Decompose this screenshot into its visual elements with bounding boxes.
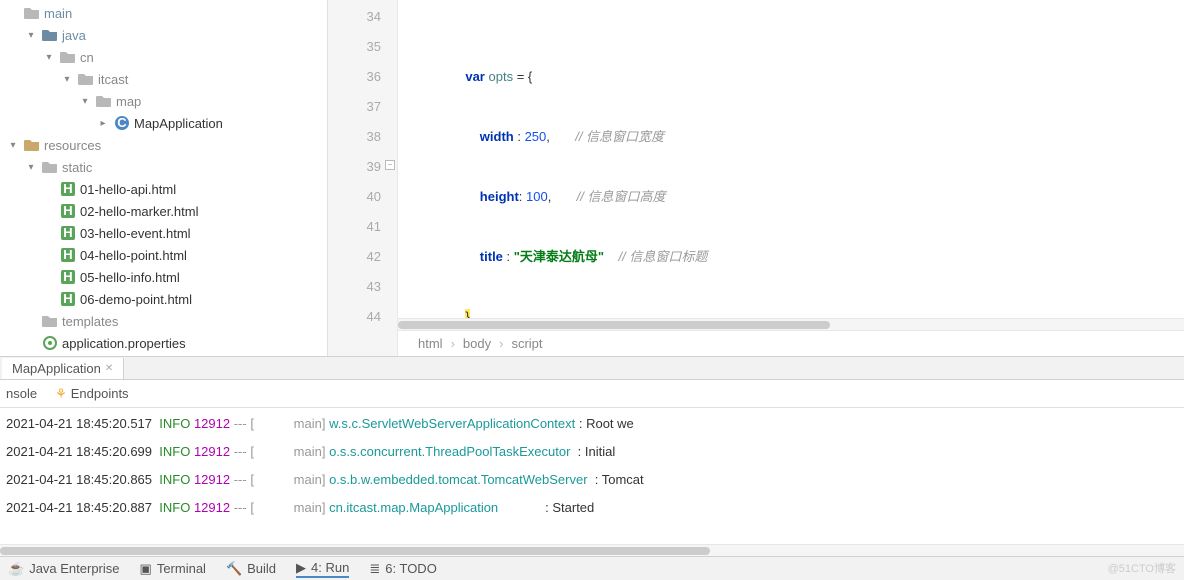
tree-item[interactable]: H02-hello-marker.html — [0, 200, 327, 222]
html-icon: H — [60, 269, 76, 285]
svg-text:H: H — [63, 247, 72, 262]
gutter-line-number: 40 — [328, 182, 397, 212]
tree-item[interactable]: resources — [0, 134, 327, 156]
gutter-line-number: 39− — [328, 152, 397, 182]
code-line: title : "天津泰达航母" // 信息窗口标题 — [422, 242, 1184, 272]
console-hscrollbar[interactable] — [0, 544, 1184, 556]
folder-icon — [24, 6, 40, 20]
svg-text:H: H — [63, 225, 72, 240]
play-icon: ▶ — [296, 560, 306, 576]
html-icon: H — [60, 291, 76, 307]
tree-item[interactable]: application.properties — [0, 332, 327, 354]
java-icon: ☕ — [8, 561, 24, 577]
bottom-todo[interactable]: ≣6: TODO — [369, 561, 436, 577]
bottom-build[interactable]: 🔨Build — [226, 561, 276, 577]
tab-endpoints[interactable]: ⚘Endpoints — [55, 386, 128, 402]
log-line: 2021-04-21 18:45:20.699 INFO 12912 --- [… — [6, 438, 1178, 466]
tree-item[interactable]: H03-hello-event.html — [0, 222, 327, 244]
gutter-line-number: 42 — [328, 242, 397, 272]
breadcrumb[interactable]: html› body› script — [398, 330, 1184, 356]
folder-icon — [42, 314, 58, 328]
tree-item[interactable]: static — [0, 156, 327, 178]
code-line: width : 250, // 信息窗口宽度 — [422, 122, 1184, 152]
tree-item[interactable]: main — [0, 2, 327, 24]
gutter-line-number: 37 — [328, 92, 397, 122]
gutter-line-number: 41 — [328, 212, 397, 242]
gutter-line-number: 38 — [328, 122, 397, 152]
chevron-icon[interactable] — [42, 52, 56, 63]
gutter-line-number: 36 — [328, 62, 397, 92]
close-icon[interactable]: ✕ — [105, 363, 113, 374]
breadcrumb-item[interactable]: script — [511, 336, 542, 351]
code-line: } — [422, 302, 1184, 318]
svg-text:H: H — [63, 269, 72, 284]
gutter-line-number: 35 — [328, 32, 397, 62]
run-tab-mapapplication[interactable]: MapApplication ✕ — [2, 358, 124, 379]
fold-icon[interactable]: − — [385, 160, 395, 170]
folder-icon — [96, 94, 112, 108]
tree-item[interactable]: H05-hello-info.html — [0, 266, 327, 288]
tree-item[interactable]: H06-demo-point.html — [0, 288, 327, 310]
chevron-icon[interactable] — [78, 96, 92, 107]
props-icon — [42, 335, 58, 351]
log-line: 2021-04-21 18:45:20.887 INFO 12912 --- [… — [6, 494, 1178, 522]
tree-item[interactable]: H04-hello-point.html — [0, 244, 327, 266]
tree-item[interactable]: H01-hello-api.html — [0, 178, 327, 200]
svg-text:H: H — [63, 181, 72, 196]
html-icon: H — [60, 203, 76, 219]
class-icon: C — [114, 115, 130, 131]
editor-hscrollbar[interactable] — [398, 318, 1184, 330]
tree-item[interactable]: map — [0, 90, 327, 112]
watermark: @51CTO博客 — [1108, 560, 1176, 576]
bottom-run[interactable]: ▶4: Run — [296, 560, 349, 578]
run-tool-tabs: MapApplication ✕ — [0, 356, 1184, 380]
breadcrumb-item[interactable]: body — [463, 336, 491, 351]
chevron-icon[interactable] — [96, 118, 110, 129]
breadcrumb-item[interactable]: html — [418, 336, 443, 351]
list-icon: ≣ — [369, 561, 380, 577]
tree-item[interactable]: itcast — [0, 68, 327, 90]
tab-console[interactable]: nsole — [6, 386, 37, 401]
code-editor[interactable]: var opts = { width : 250, // 信息窗口宽度 heig… — [398, 0, 1184, 356]
code-line: var opts = { — [422, 62, 1184, 92]
folder-icon — [78, 72, 94, 86]
bottom-terminal[interactable]: ▣Terminal — [140, 561, 206, 577]
svg-text:C: C — [117, 115, 127, 130]
editor-gutter: 343536373839−4041424344 — [328, 0, 398, 356]
chevron-icon[interactable] — [60, 74, 74, 85]
html-icon: H — [60, 225, 76, 241]
log-line: 2021-04-21 18:45:20.865 INFO 12912 --- [… — [6, 466, 1178, 494]
html-icon: H — [60, 181, 76, 197]
hammer-icon: 🔨 — [226, 561, 242, 577]
tree-item[interactable]: templates — [0, 310, 327, 332]
endpoints-icon: ⚘ — [55, 386, 67, 402]
terminal-icon: ▣ — [140, 561, 152, 577]
folder-icon — [42, 160, 58, 174]
tree-item[interactable]: cn — [0, 46, 327, 68]
bottom-java-enterprise[interactable]: ☕Java Enterprise — [8, 561, 120, 577]
folder-icon — [24, 138, 40, 152]
code-line: height: 100, // 信息窗口高度 — [422, 182, 1184, 212]
log-line: 2021-04-21 18:45:20.517 INFO 12912 --- [… — [6, 410, 1178, 438]
gutter-line-number: 44 — [328, 302, 397, 332]
folder-icon — [42, 28, 58, 42]
gutter-line-number: 34 — [328, 2, 397, 32]
project-tree[interactable]: mainjavacnitcastmapCMapApplicationresour… — [0, 0, 328, 356]
run-subtabs: nsole ⚘Endpoints — [0, 380, 1184, 408]
svg-text:H: H — [63, 203, 72, 218]
folder-icon — [60, 50, 76, 64]
tree-item[interactable]: CMapApplication — [0, 112, 327, 134]
chevron-icon[interactable] — [24, 30, 38, 41]
console-output[interactable]: 2021-04-21 18:45:20.517 INFO 12912 --- [… — [0, 408, 1184, 544]
chevron-icon[interactable] — [6, 140, 20, 151]
html-icon: H — [60, 247, 76, 263]
gutter-line-number: 43 — [328, 272, 397, 302]
svg-text:H: H — [63, 291, 72, 306]
bottom-toolbar: ☕Java Enterprise ▣Terminal 🔨Build ▶4: Ru… — [0, 556, 1184, 580]
chevron-icon[interactable] — [24, 162, 38, 173]
tree-item[interactable]: java — [0, 24, 327, 46]
